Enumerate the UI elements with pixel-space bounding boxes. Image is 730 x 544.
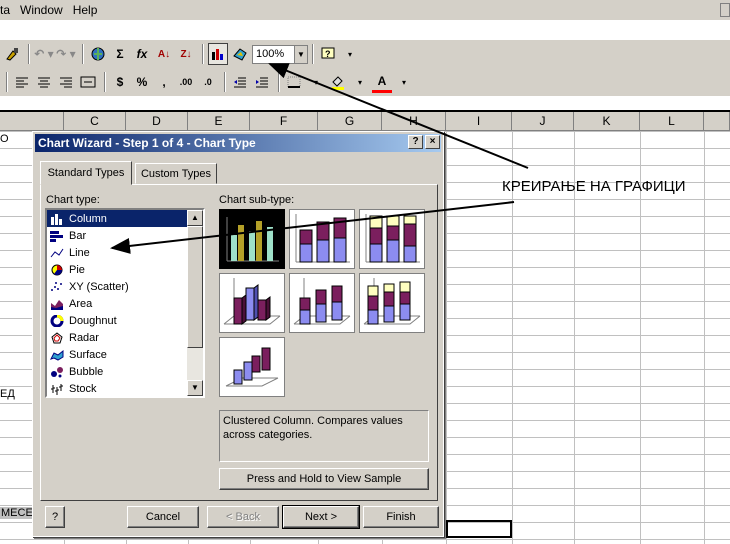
arrow-to-chart-type bbox=[110, 201, 515, 254]
tab-standard-types[interactable]: Standard Types bbox=[40, 161, 132, 185]
arrow-to-chart-wizard bbox=[268, 63, 529, 169]
annotation-arrows bbox=[110, 63, 529, 254]
